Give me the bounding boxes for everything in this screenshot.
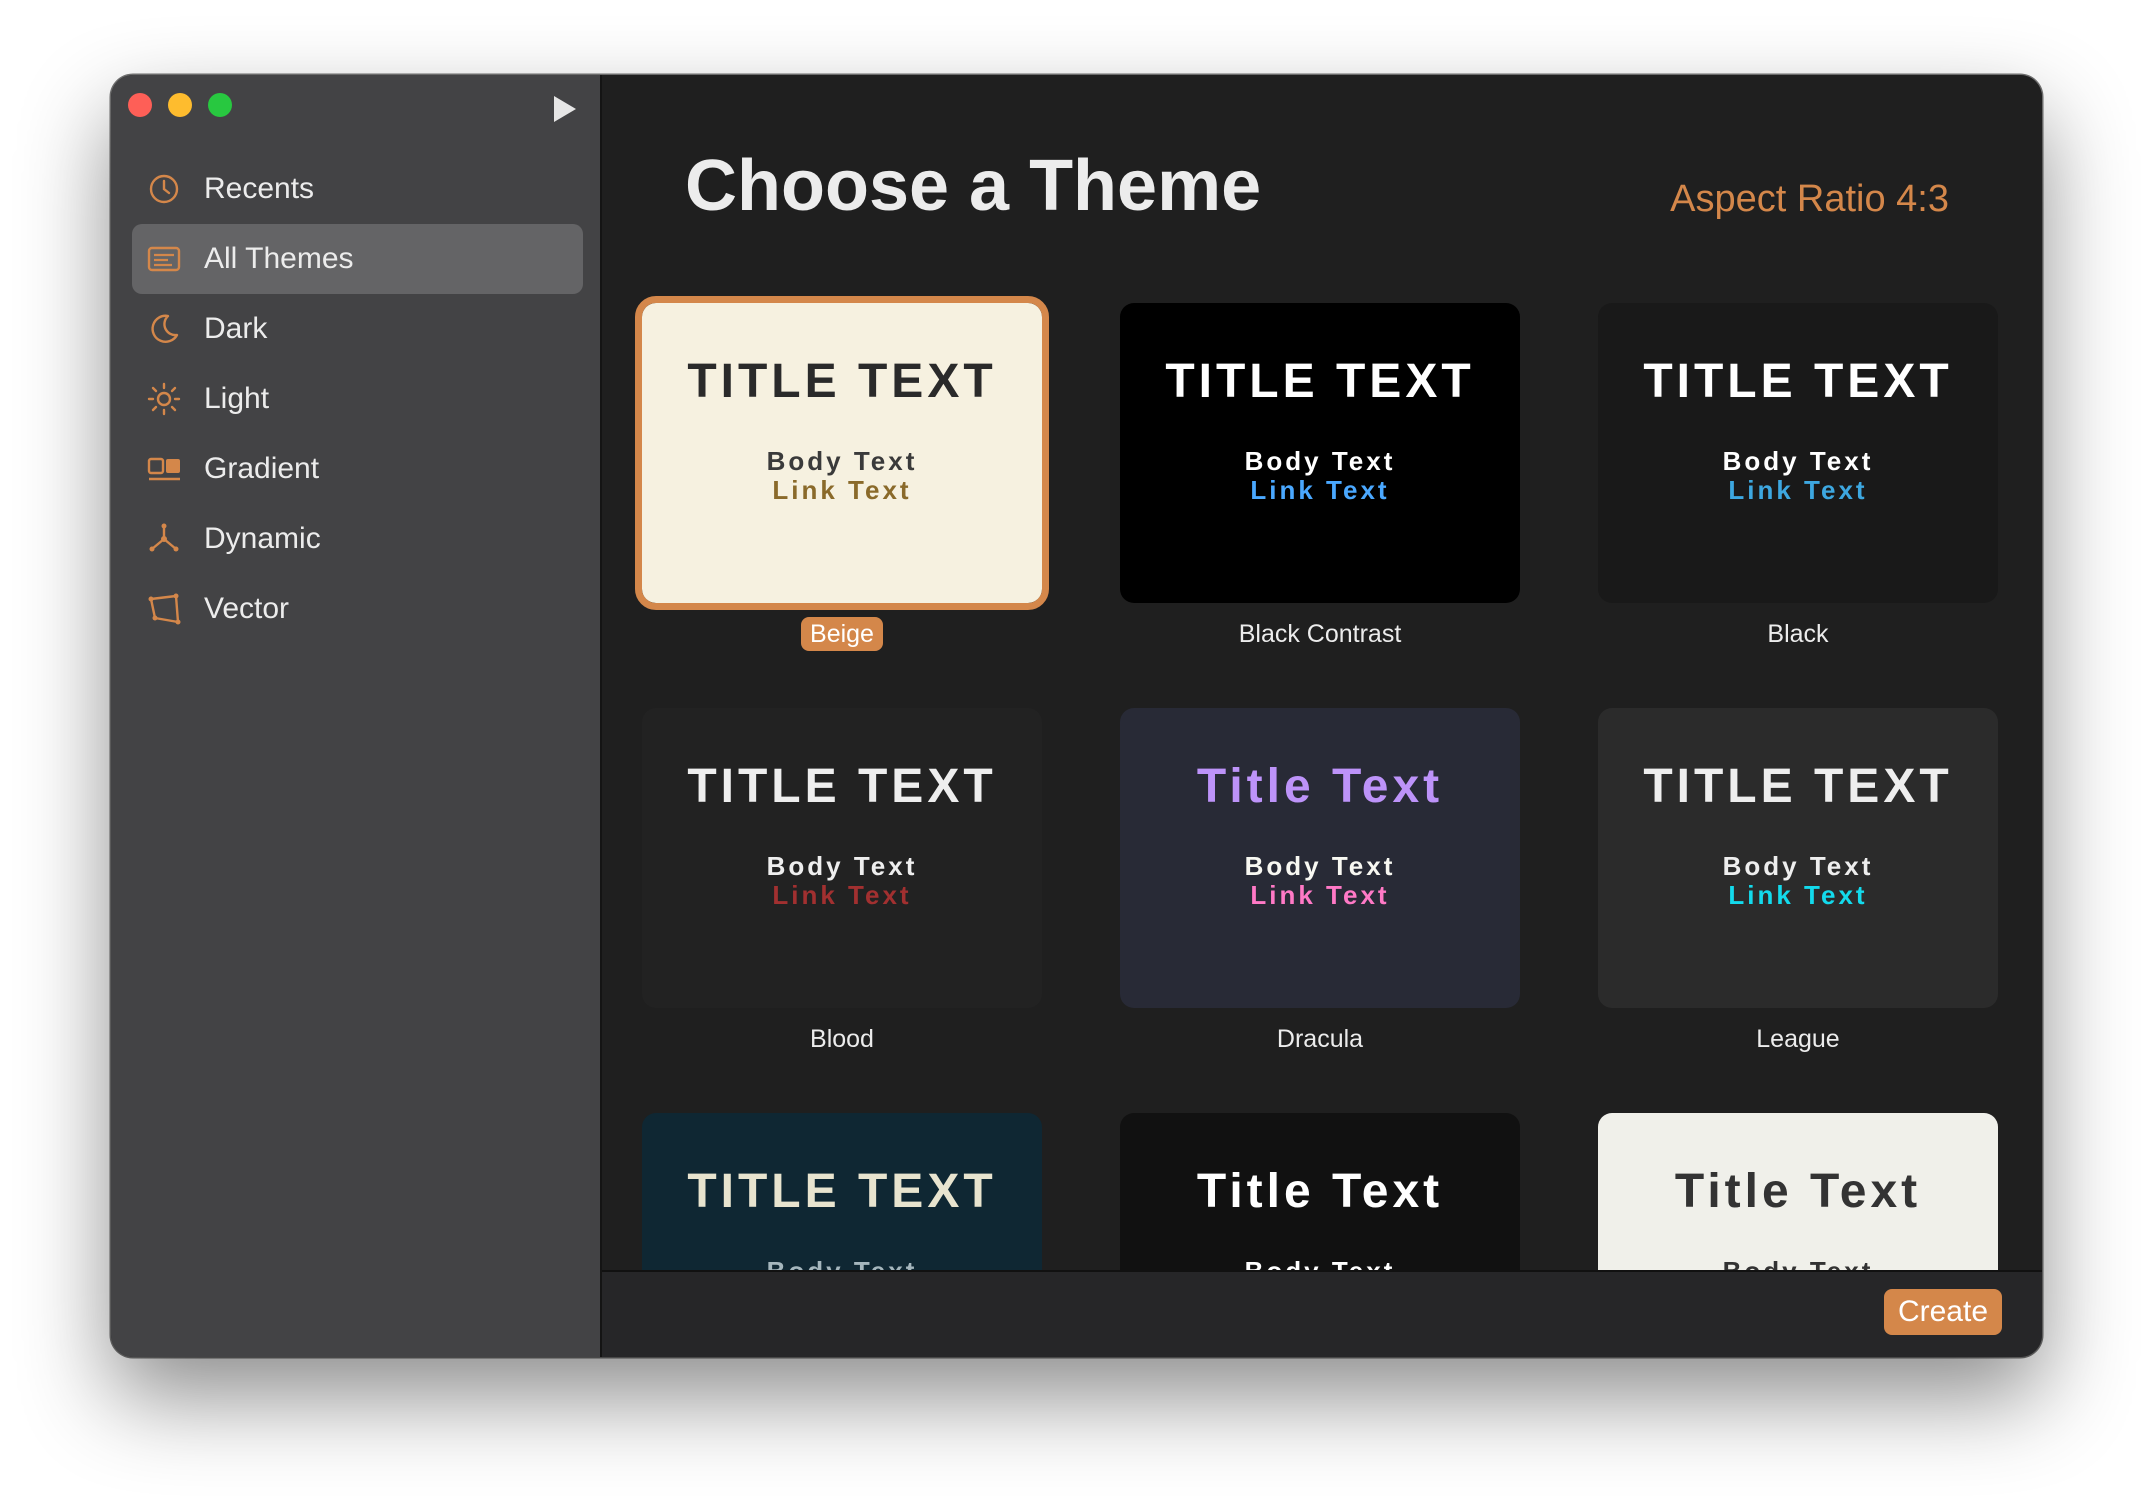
theme-name-label: Black xyxy=(1598,616,1998,652)
theme-body-preview: Body Text xyxy=(766,446,918,476)
sidebar-item-dark[interactable]: Dark xyxy=(132,294,583,364)
sidebar-item-dynamic[interactable]: Dynamic xyxy=(132,504,583,574)
themes-icon xyxy=(144,239,184,279)
theme-card[interactable]: Title Text Body Text xyxy=(1120,1113,1520,1272)
theme-title-preview: TITLE TEXT xyxy=(1643,760,1953,813)
main-content: Choose a Theme Aspect Ratio 4:3 TITLE TE… xyxy=(602,75,2042,1272)
gradient-icon xyxy=(144,449,184,489)
theme-name-label: Beige xyxy=(642,616,1042,652)
theme-body-preview: Body Text xyxy=(766,851,918,881)
close-window-button[interactable] xyxy=(128,93,152,117)
dynamic-icon xyxy=(144,519,184,559)
theme-link-preview: Link Text xyxy=(772,475,912,505)
sidebar-item-label: Vector xyxy=(204,592,290,625)
theme-link-preview: Link Text xyxy=(1250,475,1390,505)
theme-thumbnail[interactable]: TITLE TEXT Body Text xyxy=(642,1113,1042,1272)
sidebar-item-label: Dynamic xyxy=(204,522,321,555)
theme-title-preview: TITLE TEXT xyxy=(687,760,997,813)
theme-name-label: League xyxy=(1598,1021,1998,1057)
theme-name-text: Beige xyxy=(801,617,883,651)
theme-thumbnail[interactable]: TITLE TEXT Body Text Link Text xyxy=(1598,303,1998,603)
zoom-window-button[interactable] xyxy=(208,93,232,117)
theme-name-text: League xyxy=(1756,1025,1840,1053)
clock-icon xyxy=(144,169,184,209)
theme-body-preview: Body Text xyxy=(1722,446,1874,476)
play-icon[interactable] xyxy=(550,93,580,125)
minimize-window-button[interactable] xyxy=(168,93,192,117)
theme-title-preview: Title Text xyxy=(1196,1165,1444,1218)
theme-title-preview: TITLE TEXT xyxy=(687,355,997,408)
theme-name-label: Blood xyxy=(642,1021,1042,1057)
theme-name-label: Dracula xyxy=(1120,1021,1520,1057)
theme-body-preview: Body Text xyxy=(1244,851,1396,881)
theme-link-preview: Link Text xyxy=(772,880,912,910)
sidebar-item-all-themes[interactable]: All Themes xyxy=(132,224,583,294)
theme-name-text: Dracula xyxy=(1276,1025,1364,1053)
vector-icon xyxy=(144,589,184,629)
theme-thumbnail[interactable]: Title Text Body Text xyxy=(1120,1113,1520,1272)
theme-name-text: Black Contrast xyxy=(1238,620,1402,648)
theme-thumbnail[interactable]: TITLE TEXT Body Text Link Text xyxy=(1598,708,1998,1008)
theme-link-preview: Link Text xyxy=(1728,475,1868,505)
theme-card[interactable]: TITLE TEXT Body Text Link Text Beige xyxy=(635,296,1049,652)
theme-title-preview: Title Text xyxy=(1674,1165,1922,1218)
theme-title-preview: TITLE TEXT xyxy=(687,1165,997,1218)
theme-thumbnail[interactable]: Title Text Body Text xyxy=(1598,1113,1998,1272)
theme-grid: TITLE TEXT Body Text Link Text Beige TITLE T… xyxy=(602,75,2042,1272)
sidebar-item-vector[interactable]: Vector xyxy=(132,574,583,644)
theme-name-label: Black Contrast xyxy=(1120,616,1520,652)
sidebar-item-label: Dark xyxy=(204,312,268,345)
sidebar-item-gradient[interactable]: Gradient xyxy=(132,434,583,504)
sidebar-item-label: Light xyxy=(204,382,270,415)
theme-card[interactable]: TITLE TEXT Body Text xyxy=(642,1113,1042,1272)
theme-body-preview: Body Text xyxy=(1244,446,1396,476)
theme-thumbnail[interactable]: Title Text Body Text Link Text xyxy=(1120,708,1520,1008)
theme-thumbnail[interactable]: TITLE TEXT Body Text Link Text xyxy=(642,708,1042,1008)
sidebar-item-label: Recents xyxy=(204,172,315,205)
theme-link-preview: Link Text xyxy=(1728,880,1868,910)
theme-name-text: Black xyxy=(1767,620,1829,648)
moon-icon xyxy=(144,309,184,349)
theme-chooser-window: Recents All Themes Dark Light Gradient D… xyxy=(111,75,2042,1357)
theme-title-preview: Title Text xyxy=(1196,760,1444,813)
sidebar-nav: Recents All Themes Dark Light Gradient D… xyxy=(132,154,583,644)
footer-bar: Create xyxy=(602,1270,2042,1357)
theme-body-preview: Body Text xyxy=(1722,851,1874,881)
theme-card[interactable]: TITLE TEXT Body Text Link Text League xyxy=(1598,708,1998,1057)
theme-thumbnail[interactable]: TITLE TEXT Body Text Link Text xyxy=(635,296,1049,610)
sidebar-item-label: All Themes xyxy=(204,242,354,275)
theme-card[interactable]: Title Text Body Text Link Text Dracula xyxy=(1120,708,1520,1057)
window-controls xyxy=(128,93,232,117)
theme-card[interactable]: TITLE TEXT Body Text Link Text Black Contra… xyxy=(1120,303,1520,652)
create-button[interactable]: Create xyxy=(1883,1289,2002,1335)
theme-link-preview: Link Text xyxy=(1250,880,1390,910)
theme-name-text: Blood xyxy=(810,1025,874,1053)
theme-title-preview: TITLE TEXT xyxy=(1165,355,1475,408)
sidebar-item-light[interactable]: Light xyxy=(132,364,583,434)
sidebar-item-recents[interactable]: Recents xyxy=(132,154,583,224)
theme-card[interactable]: Title Text Body Text xyxy=(1598,1113,1998,1272)
theme-card[interactable]: TITLE TEXT Body Text Link Text Blood xyxy=(642,708,1042,1057)
sun-icon xyxy=(144,379,184,419)
theme-card[interactable]: TITLE TEXT Body Text Link Text Black xyxy=(1598,303,1998,652)
sidebar: Recents All Themes Dark Light Gradient D… xyxy=(111,75,602,1357)
sidebar-item-label: Gradient xyxy=(204,452,320,485)
theme-title-preview: TITLE TEXT xyxy=(1643,355,1953,408)
theme-thumbnail[interactable]: TITLE TEXT Body Text Link Text xyxy=(1120,303,1520,603)
